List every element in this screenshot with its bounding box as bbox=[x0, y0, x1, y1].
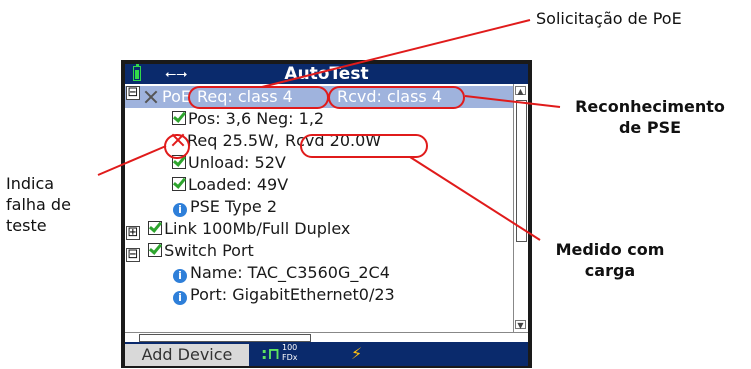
leader-line-pse-ack bbox=[464, 95, 561, 108]
leader-line-poe-request bbox=[261, 19, 531, 88]
leader-line-test-fail bbox=[97, 145, 167, 176]
callout-lines bbox=[97, 19, 561, 241]
leader-line-measured bbox=[409, 156, 541, 241]
